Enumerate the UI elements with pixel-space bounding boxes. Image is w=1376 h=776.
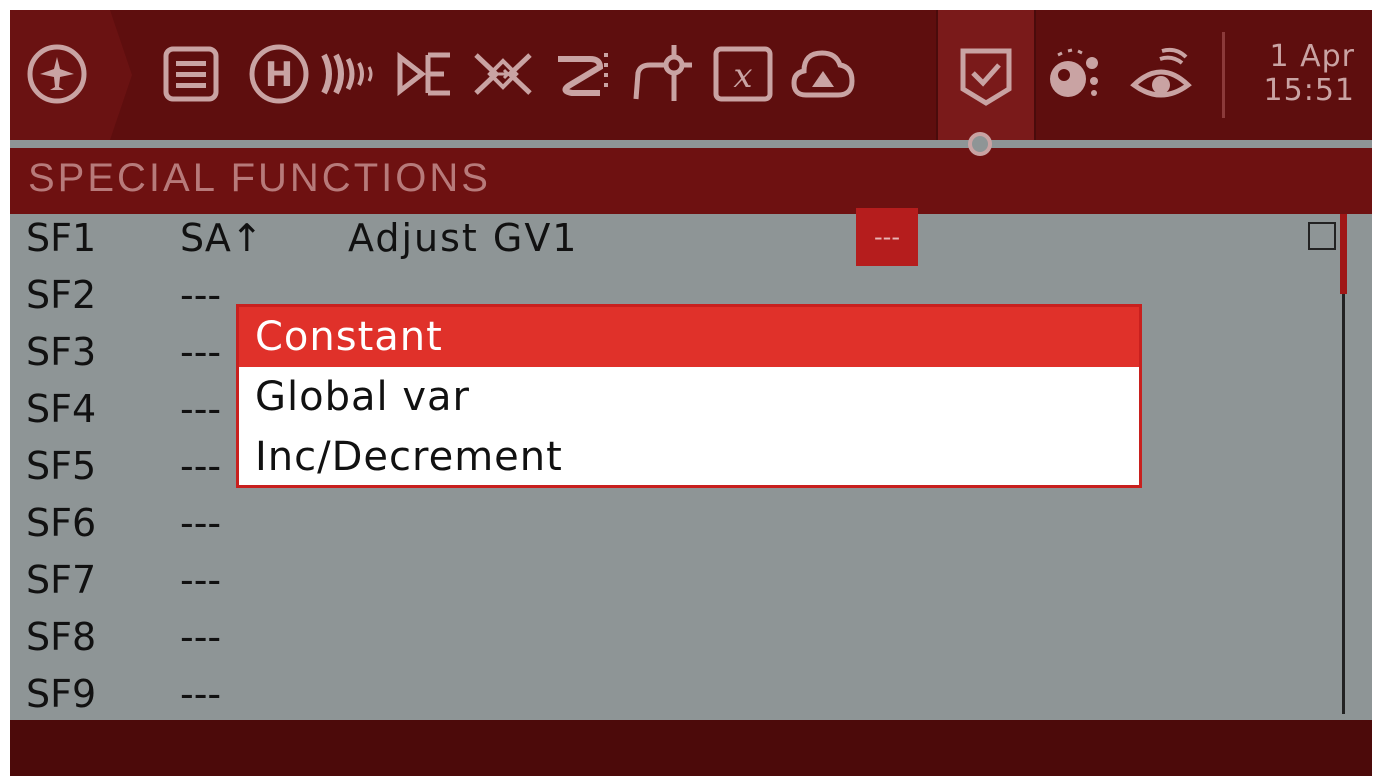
radio-screen: H x 1 Apr 15:51 SPECIAL FUNCTIONS SF1 SA… bbox=[10, 10, 1372, 776]
sf-switch[interactable]: --- bbox=[180, 387, 221, 431]
airplane-icon[interactable] bbox=[24, 38, 90, 110]
sf-enable-checkbox[interactable] bbox=[1308, 222, 1336, 250]
time-text: 15:51 bbox=[1263, 73, 1355, 108]
sf-id: SF8 bbox=[26, 615, 97, 659]
sf-switch[interactable]: --- bbox=[180, 501, 221, 545]
list-item[interactable]: SF9 --- bbox=[26, 666, 1326, 722]
sf-id: SF1 bbox=[26, 216, 97, 260]
sf-id: SF4 bbox=[26, 387, 97, 431]
sf-value-selector[interactable]: --- bbox=[856, 208, 918, 266]
sf-id: SF9 bbox=[26, 672, 97, 716]
heli-icon[interactable]: H bbox=[246, 38, 312, 110]
svg-text:H: H bbox=[265, 55, 293, 95]
cloud-upload-icon[interactable] bbox=[790, 38, 856, 110]
sf-switch[interactable]: --- bbox=[180, 615, 221, 659]
sf-switch[interactable]: --- bbox=[180, 273, 221, 317]
global-vars-icon[interactable]: x bbox=[710, 38, 776, 110]
sf-switch[interactable]: SA↑ bbox=[180, 216, 263, 260]
popup-option-global-var[interactable]: Global var bbox=[239, 367, 1139, 427]
page-title: SPECIAL FUNCTIONS bbox=[28, 156, 491, 200]
list-item[interactable]: SF1 SA↑ Adjust GV1 --- bbox=[26, 208, 1336, 266]
value-type-popup: Constant Global var Inc/Decrement bbox=[236, 304, 1142, 488]
mixes-icon[interactable] bbox=[470, 38, 536, 110]
sf-id: SF3 bbox=[26, 330, 97, 374]
datetime: 1 Apr 15:51 bbox=[1230, 40, 1355, 108]
sf-switch[interactable]: --- bbox=[180, 672, 221, 716]
flight-modes-icon[interactable] bbox=[316, 38, 382, 110]
popup-option-constant[interactable]: Constant bbox=[239, 307, 1139, 367]
list-item[interactable]: SF6 --- bbox=[26, 495, 1326, 551]
inputs-icon[interactable] bbox=[392, 38, 458, 110]
display-eye-icon[interactable] bbox=[1128, 38, 1194, 110]
list-item[interactable]: SF7 --- bbox=[26, 552, 1326, 608]
top-tab-bar: H x 1 Apr 15:51 bbox=[10, 10, 1372, 140]
list-icon[interactable] bbox=[158, 38, 224, 110]
popup-option-inc-decrement[interactable]: Inc/Decrement bbox=[239, 427, 1139, 487]
sf-id: SF7 bbox=[26, 558, 97, 602]
sf-id: SF2 bbox=[26, 273, 97, 317]
special-functions-icon[interactable] bbox=[936, 10, 1036, 140]
sf-switch[interactable]: --- bbox=[180, 330, 221, 374]
sf-id: SF5 bbox=[26, 444, 97, 488]
header-divider bbox=[1222, 32, 1225, 118]
svg-text:x: x bbox=[733, 56, 752, 96]
date-text: 1 Apr bbox=[1269, 39, 1355, 74]
outputs-icon[interactable] bbox=[550, 38, 616, 110]
telemetry-sensor-icon[interactable] bbox=[1040, 38, 1106, 110]
sf-function[interactable]: Adjust GV1 bbox=[348, 216, 578, 260]
curves-icon[interactable] bbox=[630, 38, 696, 110]
list-item[interactable]: SF8 --- bbox=[26, 609, 1326, 665]
sf-id: SF6 bbox=[26, 501, 97, 545]
sf-switch[interactable]: --- bbox=[180, 558, 221, 602]
sf-switch[interactable]: --- bbox=[180, 444, 221, 488]
scrollbar-thumb[interactable] bbox=[1340, 214, 1347, 294]
page-title-bar: SPECIAL FUNCTIONS bbox=[10, 142, 1372, 214]
active-tab-indicator bbox=[968, 132, 992, 156]
bottom-bar bbox=[10, 720, 1372, 776]
